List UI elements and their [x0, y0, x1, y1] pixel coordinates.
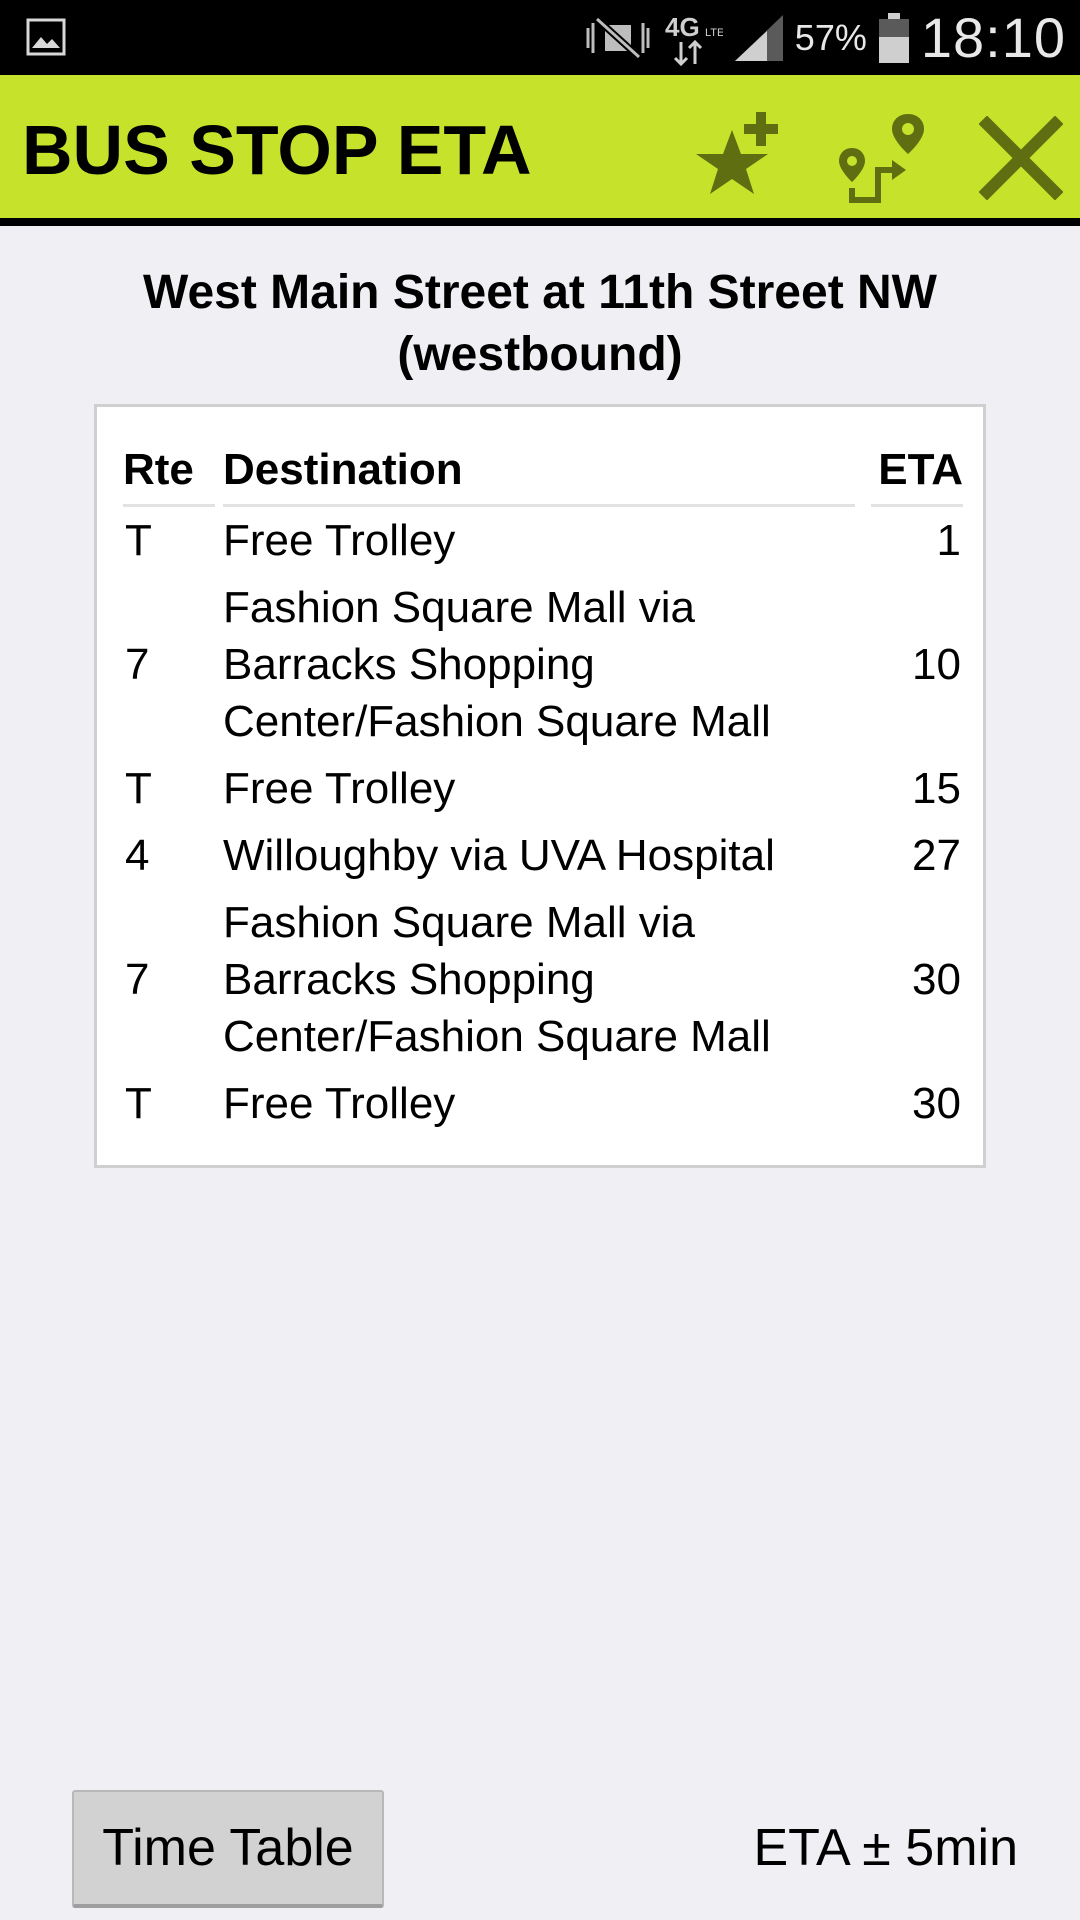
- gallery-icon: [26, 18, 66, 56]
- close-icon: [979, 115, 1063, 200]
- signal-icon: [734, 14, 783, 61]
- route-cell: 7: [125, 955, 150, 1004]
- route-map-icon: [839, 113, 924, 203]
- table-row[interactable]: T Free Trolley 30: [123, 1070, 963, 1137]
- eta-table-panel: Rte Destination ETA T Free Trolley 1 7 F…: [94, 404, 986, 1168]
- destination-cell: Fashion Square Mall via Barracks Shoppin…: [223, 898, 771, 1061]
- app-bar-divider: [0, 218, 1080, 226]
- close-button[interactable]: [966, 100, 1076, 215]
- destination-cell: Fashion Square Mall via Barracks Shoppin…: [223, 583, 771, 746]
- add-favorite-icon: [696, 111, 778, 194]
- route-cell: 7: [125, 640, 150, 689]
- eta-tolerance-note: ETA ± 5min: [753, 1819, 1018, 1877]
- eta-cell: 27: [912, 831, 961, 880]
- destination-cell: Willoughby via UVA Hospital: [223, 831, 775, 880]
- table-row[interactable]: 7 Fashion Square Mall via Barracks Shopp…: [123, 574, 963, 755]
- route-map-button[interactable]: [822, 100, 942, 215]
- route-cell: T: [125, 516, 152, 565]
- header-route: Rte: [123, 437, 223, 507]
- lte-icon: 4G LTE: [665, 12, 723, 66]
- battery-icon: [878, 12, 909, 63]
- header-destination: Destination: [223, 437, 863, 507]
- svg-text:4G: 4G: [665, 12, 700, 42]
- eta-cell: 30: [912, 955, 961, 1004]
- battery-percent: 57%: [794, 16, 867, 58]
- route-cell: 4: [125, 831, 150, 880]
- clock: 18:10: [920, 6, 1066, 69]
- app-title: BUS STOP ETA: [22, 111, 532, 189]
- eta-cell: 10: [912, 640, 961, 689]
- eta-table: Rte Destination ETA T Free Trolley 1 7 F…: [123, 437, 963, 1137]
- eta-cell: 30: [912, 1079, 961, 1128]
- timetable-button[interactable]: Time Table: [72, 1790, 384, 1908]
- eta-cell: 15: [912, 764, 961, 813]
- status-bar: 4G LTE 57% 18:10: [0, 0, 1080, 75]
- table-row[interactable]: T Free Trolley 15: [123, 755, 963, 822]
- add-favorite-button[interactable]: [678, 100, 798, 215]
- table-row[interactable]: 7 Fashion Square Mall via Barracks Shopp…: [123, 889, 963, 1070]
- stop-name: West Main Street at 11th Street NW (west…: [143, 266, 937, 381]
- eta-cell: 1: [936, 516, 961, 565]
- header-eta: ETA: [863, 437, 963, 507]
- table-row[interactable]: 4 Willoughby via UVA Hospital 27: [123, 822, 963, 889]
- destination-cell: Free Trolley: [223, 764, 456, 813]
- destination-cell: Free Trolley: [223, 1079, 456, 1128]
- status-icons: 4G LTE 57% 18:10: [583, 0, 1066, 75]
- table-row[interactable]: T Free Trolley 1: [123, 507, 963, 574]
- table-header-row: Rte Destination ETA: [123, 437, 963, 507]
- svg-text:LTE: LTE: [705, 27, 723, 39]
- mute-icon: [586, 15, 650, 60]
- route-cell: T: [125, 764, 152, 813]
- route-cell: T: [125, 1079, 152, 1128]
- destination-cell: Free Trolley: [223, 516, 456, 565]
